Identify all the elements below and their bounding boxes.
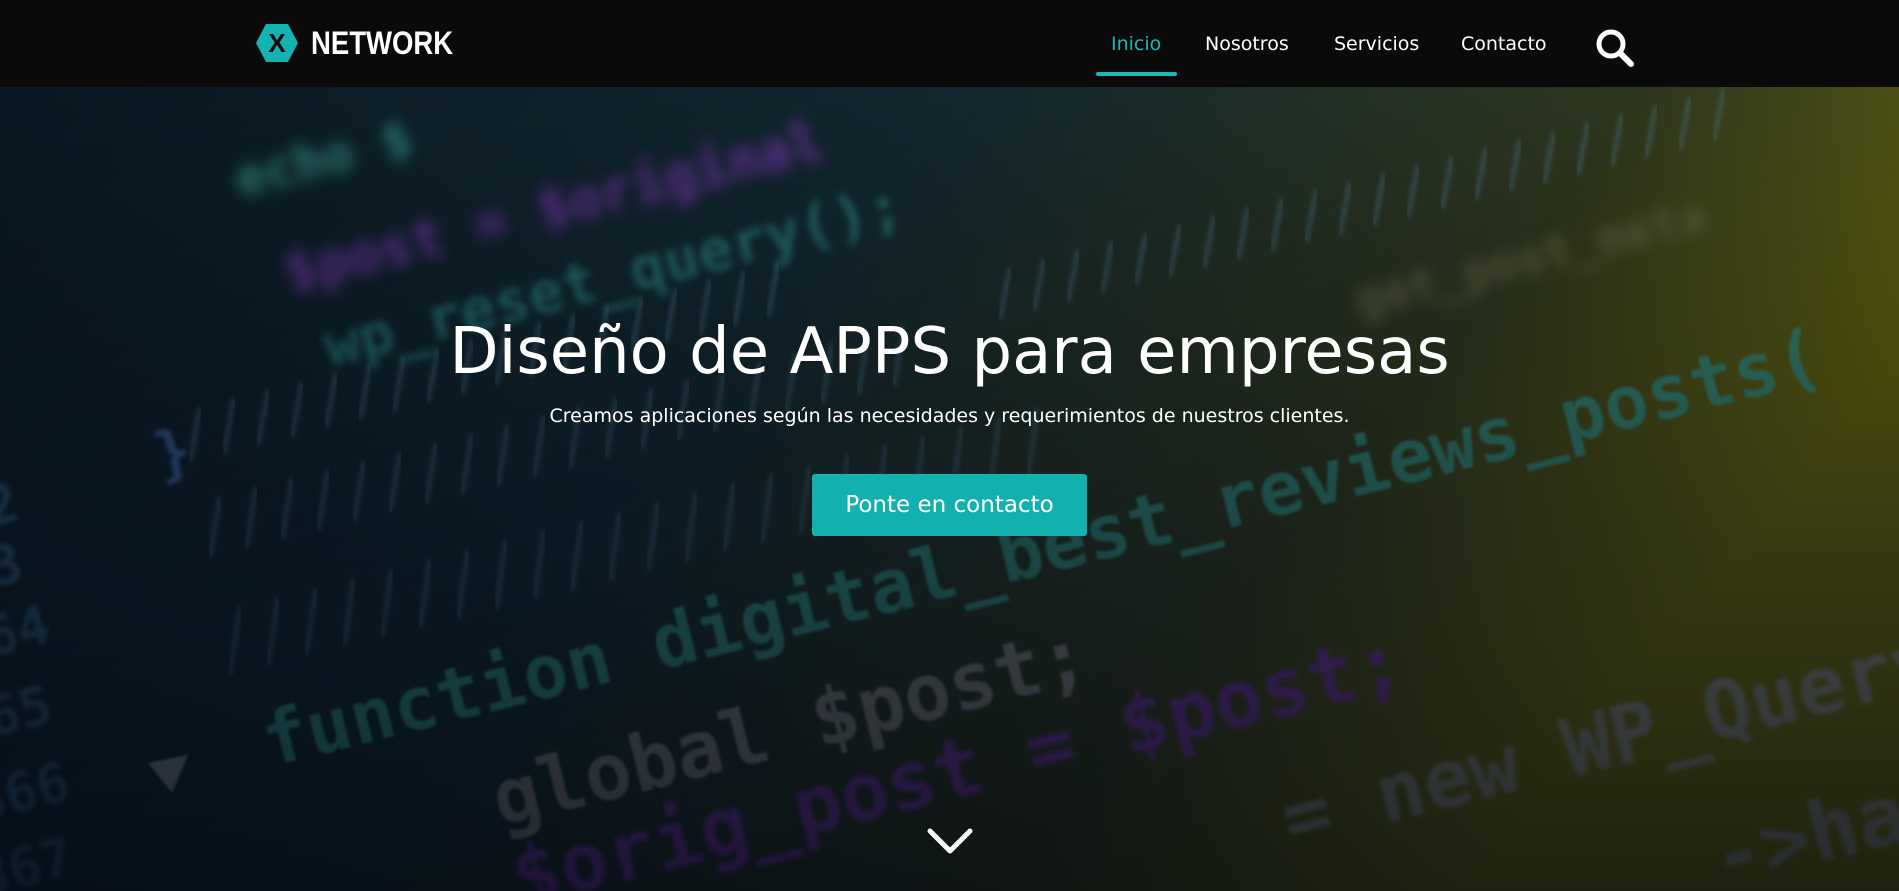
x-hexagon-logo-icon: X xyxy=(256,24,298,62)
nav-link-nosotros[interactable]: Nosotros xyxy=(1205,0,1289,87)
logo-letter: X xyxy=(268,28,286,58)
hero-section: echo $$post = $originalwp_reset_query();… xyxy=(0,87,1899,891)
brand-name: NETWORK xyxy=(311,24,454,61)
nav-link-servicios[interactable]: Servicios xyxy=(1334,0,1419,87)
search-icon[interactable] xyxy=(1592,25,1636,69)
hero-subtitle: Creamos aplicaciones según las necesidad… xyxy=(549,405,1350,427)
top-navbar: X NETWORK Inicio Nosotros Servicios Cont… xyxy=(0,0,1899,87)
hero-title: Diseño de APPS para empresas xyxy=(449,315,1450,389)
brand-home-link[interactable]: X NETWORK xyxy=(255,22,476,64)
active-nav-indicator xyxy=(1096,72,1177,76)
chevron-down-icon[interactable] xyxy=(926,825,974,857)
nav-link-contacto[interactable]: Contacto xyxy=(1461,0,1547,87)
contact-cta-button[interactable]: Ponte en contacto xyxy=(812,474,1087,536)
